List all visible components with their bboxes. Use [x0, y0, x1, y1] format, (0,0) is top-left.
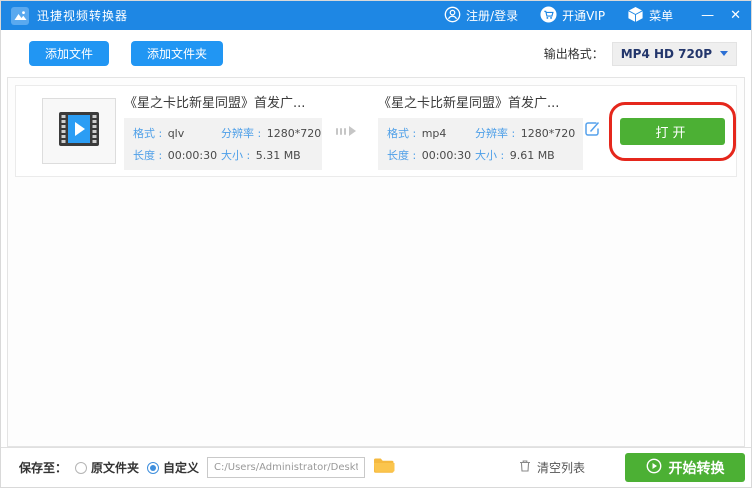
file-list-panel: 《星之卡比新星同盟》首发广... 格式 : qlv 分辨率 : 1280*720… — [7, 77, 745, 447]
login-button[interactable]: 注册/登录 — [444, 6, 518, 26]
file-row[interactable]: 《星之卡比新星同盟》首发广... 格式 : qlv 分辨率 : 1280*720… — [15, 85, 737, 177]
target-file-info: 《星之卡比新星同盟》首发广... 格式 : mp4 分辨率 : 1280*720… — [378, 92, 583, 170]
folder-icon — [373, 457, 395, 478]
radio-unselected-icon — [75, 462, 87, 474]
clear-list-button[interactable]: 清空列表 — [518, 458, 585, 477]
target-info-box: 格式 : mp4 分辨率 : 1280*720 长度 : 00:00:30 大小… — [378, 118, 583, 170]
app-window: 迅捷视频转换器 注册/登录 开通VIP 菜单 — — [0, 0, 752, 488]
login-label: 注册/登录 — [466, 7, 518, 24]
target-format: 格式 : mp4 — [387, 125, 475, 141]
minimize-button[interactable]: — — [701, 9, 714, 22]
annotation-highlight: 打开 — [609, 102, 736, 161]
radio-selected-icon — [147, 462, 159, 474]
app-title: 迅捷视频转换器 — [37, 7, 128, 24]
add-file-button[interactable]: 添加文件 — [29, 41, 109, 66]
toolbar: 添加文件 添加文件夹 输出格式： MP4 HD 720P — [1, 30, 751, 77]
user-icon — [444, 6, 461, 26]
output-format-label: 输出格式： — [544, 45, 604, 62]
menu-label: 菜单 — [649, 7, 673, 24]
menu-button[interactable]: 菜单 — [627, 6, 673, 26]
source-duration: 长度 : 00:00:30 — [133, 147, 221, 163]
source-file-title: 《星之卡比新星同盟》首发广... — [124, 92, 322, 111]
radio-original-folder[interactable]: 原文件夹 — [75, 459, 139, 476]
target-resolution: 分辨率 : 1280*720 — [475, 125, 575, 141]
edit-settings-button[interactable] — [583, 120, 601, 142]
close-button[interactable]: ✕ — [730, 9, 741, 22]
target-file-title: 《星之卡比新星同盟》首发广... — [378, 92, 583, 111]
target-size: 大小 : 9.61 MB — [475, 147, 575, 163]
save-to-label: 保存至： — [19, 459, 67, 476]
target-duration: 长度 : 00:00:30 — [387, 147, 475, 163]
convert-arrow-icon — [322, 126, 370, 136]
output-format-dropdown[interactable]: MP4 HD 720P — [612, 42, 737, 66]
source-info-box: 格式 : qlv 分辨率 : 1280*720 长度 : 00:00:30 大小… — [124, 118, 322, 170]
titlebar: 迅捷视频转换器 注册/登录 开通VIP 菜单 — — [1, 1, 751, 30]
output-format-value: MP4 HD 720P — [621, 47, 712, 61]
start-convert-button[interactable]: 开始转换 — [625, 453, 745, 482]
source-size: 大小 : 5.31 MB — [221, 147, 321, 163]
browse-folder-button[interactable] — [373, 457, 395, 478]
video-thumbnail — [42, 98, 116, 164]
source-resolution: 分辨率 : 1280*720 — [221, 125, 321, 141]
menu-box-icon — [627, 6, 644, 26]
bottombar: 保存至： 原文件夹 自定义 清空列表 开始转换 — [1, 447, 751, 487]
save-path-input[interactable] — [207, 457, 365, 478]
source-format: 格式 : qlv — [133, 125, 221, 141]
filmstrip-play-icon — [57, 110, 101, 152]
vip-label: 开通VIP — [562, 7, 605, 24]
edit-pencil-icon — [583, 120, 601, 142]
open-vip-button[interactable]: 开通VIP — [540, 6, 605, 26]
radio-custom-folder[interactable]: 自定义 — [147, 459, 199, 476]
app-logo-icon — [11, 7, 29, 25]
open-button[interactable]: 打开 — [620, 118, 725, 145]
source-file-info: 《星之卡比新星同盟》首发广... 格式 : qlv 分辨率 : 1280*720… — [124, 92, 322, 170]
cart-icon — [540, 6, 557, 26]
chevron-down-icon — [720, 51, 728, 56]
trash-icon — [518, 458, 532, 477]
add-folder-button[interactable]: 添加文件夹 — [131, 41, 223, 66]
play-circle-icon — [646, 458, 662, 478]
